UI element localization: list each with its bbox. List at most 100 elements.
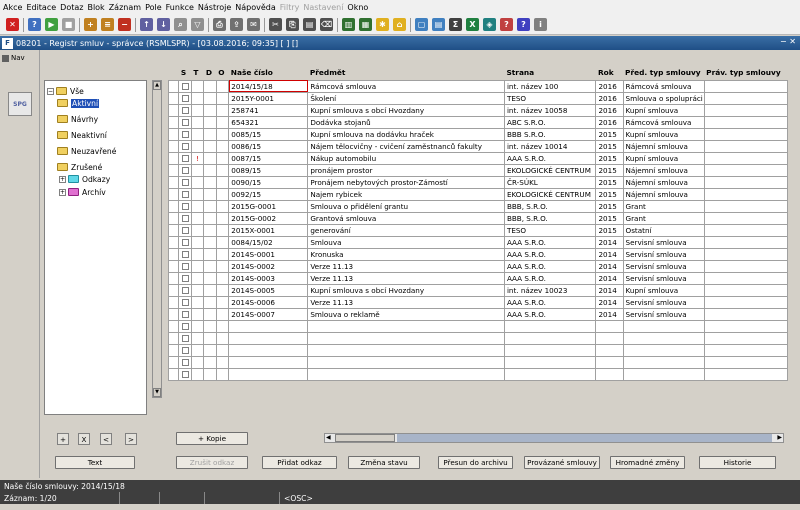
copy-button[interactable]: + Kopie: [176, 432, 248, 445]
cell-num[interactable]: 2014S-0001: [228, 247, 309, 261]
empty-cell[interactable]: [203, 355, 217, 369]
history-button[interactable]: Historie: [699, 456, 776, 469]
check-s[interactable]: [178, 343, 192, 357]
empty-cell[interactable]: [503, 319, 597, 333]
check-d[interactable]: [203, 79, 217, 93]
cell-num[interactable]: 2014S-0002: [228, 259, 309, 273]
table-row[interactable]: 2014/15/18 Rámcová smlouva int. název 100 2…: [167, 79, 789, 93]
grid-vertical-scrollbar[interactable]: ▲ ▼: [152, 80, 162, 398]
cell-party[interactable]: BBB, S.R.O.: [503, 199, 597, 213]
menu-item-editace[interactable]: Editace: [26, 3, 56, 12]
cell-num[interactable]: 2015G-0002: [228, 211, 309, 225]
check-s[interactable]: [178, 127, 192, 141]
mail-icon[interactable]: ✉: [247, 18, 260, 31]
check-d[interactable]: [203, 115, 217, 129]
cell-subject[interactable]: Verze 11.13: [307, 271, 505, 285]
empty-cell[interactable]: [703, 319, 789, 333]
cell-subject[interactable]: Verze 11.13: [307, 259, 505, 273]
scroll-thumb[interactable]: [335, 434, 395, 442]
expand-icon[interactable]: +: [59, 175, 66, 183]
cut-icon[interactable]: ✂: [269, 18, 282, 31]
cell-legal-type[interactable]: [703, 295, 789, 309]
tree-item-odkazy[interactable]: + Odkazy: [59, 173, 110, 185]
cell-legal-type[interactable]: [703, 79, 789, 93]
check-s[interactable]: [178, 331, 192, 345]
cell-year[interactable]: 2014: [595, 259, 624, 273]
cell-num[interactable]: 2015G-0001: [228, 199, 309, 213]
row-selector[interactable]: [167, 91, 180, 105]
cell-legal-type[interactable]: [703, 211, 789, 225]
empty-cell[interactable]: [228, 343, 309, 357]
check-s[interactable]: [178, 259, 192, 273]
table-row[interactable]: 2014S-0002 Verze 11.13 AAA S.R.O. 2014 Servi…: [167, 259, 789, 273]
empty-cell[interactable]: [622, 367, 705, 381]
scroll-track[interactable]: [397, 434, 772, 442]
text-button[interactable]: Text: [55, 456, 135, 469]
cell-num[interactable]: 0085/15: [228, 127, 309, 141]
check-s[interactable]: [178, 223, 192, 237]
cell-legal-type[interactable]: [703, 271, 789, 285]
cell-type[interactable]: Kupní smlouva: [622, 151, 705, 165]
check-d[interactable]: [203, 259, 217, 273]
table-row[interactable]: 258741 Kupní smlouva s obcí Hvozdany int. …: [167, 103, 789, 117]
empty-cell[interactable]: [190, 343, 205, 357]
table-row[interactable]: 0084/15/02 Smlouva AAA S.R.O. 2014 Servisní …: [167, 235, 789, 249]
check-o[interactable]: [215, 163, 230, 177]
print-icon[interactable]: ⎙: [213, 18, 226, 31]
cell-num[interactable]: 0090/15: [228, 175, 309, 189]
check-d[interactable]: [203, 283, 217, 297]
cell-subject[interactable]: Kupní smlouva na dodávku hraček: [307, 127, 505, 141]
cell-party[interactable]: AAA S.R.O.: [503, 151, 597, 165]
cell-subject[interactable]: Nákup automobilu: [307, 151, 505, 165]
check-o[interactable]: [215, 103, 230, 117]
cell-num[interactable]: 2014S-0006: [228, 295, 309, 309]
cell-legal-type[interactable]: [703, 307, 789, 321]
cell-type[interactable]: Nájemní smlouva: [622, 139, 705, 153]
window-controls[interactable]: − ✕: [780, 37, 796, 46]
move-to-archive-button[interactable]: Přesun do archivu: [438, 456, 513, 469]
scroll-up-icon[interactable]: ▲: [153, 81, 161, 90]
change-state-button[interactable]: Změna stavu: [348, 456, 420, 469]
row-selector[interactable]: [167, 283, 180, 297]
check-d[interactable]: [203, 187, 217, 201]
tree-item-navrhy[interactable]: Návrhy: [57, 113, 98, 125]
empty-cell[interactable]: [503, 343, 597, 357]
exit-icon[interactable]: ✕: [6, 18, 19, 31]
check-o[interactable]: [215, 199, 230, 213]
empty-cell[interactable]: [203, 331, 217, 345]
remove-link-button[interactable]: Zrušit odkaz: [176, 456, 248, 469]
cell-subject[interactable]: Smlouva o přidělení grantu: [307, 199, 505, 213]
cell-party[interactable]: AAA S.R.O.: [503, 247, 597, 261]
check-o[interactable]: [215, 79, 230, 93]
cell-type[interactable]: Servisní smlouva: [622, 247, 705, 261]
search-icon[interactable]: ⌕: [174, 18, 187, 31]
check-d[interactable]: [203, 175, 217, 189]
cell-year[interactable]: 2014: [595, 271, 624, 285]
cell-year[interactable]: 2014: [595, 283, 624, 297]
empty-cell[interactable]: [190, 367, 205, 381]
cell-type[interactable]: Kupní smlouva: [622, 127, 705, 141]
bulk-changes-button[interactable]: Hromadné změny: [610, 456, 685, 469]
empty-cell[interactable]: [190, 319, 205, 333]
check-s[interactable]: [178, 235, 192, 249]
empty-cell[interactable]: [503, 367, 597, 381]
empty-cell[interactable]: [190, 355, 205, 369]
cell-year[interactable]: 2016: [595, 91, 624, 105]
empty-cell[interactable]: [595, 367, 624, 381]
report-icon[interactable]: ▦: [359, 18, 372, 31]
cell-legal-type[interactable]: [703, 247, 789, 261]
cell-subject[interactable]: Nájem tělocvičny - cvičení zaměstnanců f…: [307, 139, 505, 153]
row-selector[interactable]: [167, 235, 180, 249]
cell-num[interactable]: 2014S-0003: [228, 271, 309, 285]
tree-delete-button[interactable]: X: [78, 433, 90, 445]
empty-cell[interactable]: [215, 367, 230, 381]
check-d[interactable]: [203, 307, 217, 321]
cell-type[interactable]: Kupní smlouva: [622, 283, 705, 297]
empty-cell[interactable]: [703, 331, 789, 345]
empty-cell[interactable]: [228, 367, 309, 381]
empty-cell[interactable]: [203, 343, 217, 357]
check-s[interactable]: [178, 367, 192, 381]
check-s[interactable]: [178, 355, 192, 369]
check-o[interactable]: [215, 259, 230, 273]
cell-party[interactable]: EKOLOGICKÉ CENTRUM: [503, 187, 597, 201]
